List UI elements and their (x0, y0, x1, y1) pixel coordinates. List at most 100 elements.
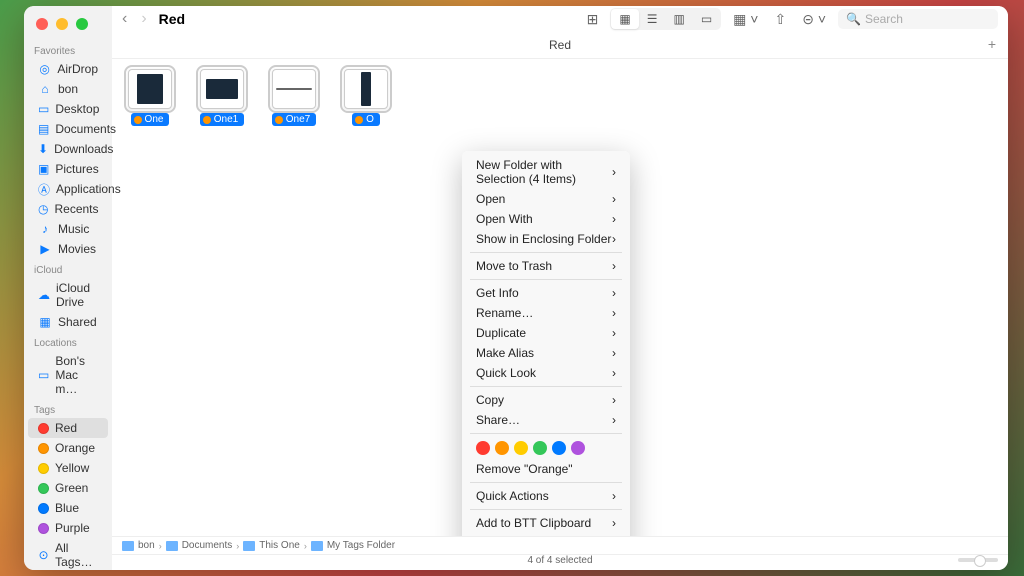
shared-icon: ▦ (38, 315, 52, 329)
sidebar-item-music[interactable]: ♪ Music (28, 219, 108, 239)
path-segment[interactable]: bon (138, 540, 155, 551)
file-thumbnail (128, 69, 172, 109)
file-item[interactable]: One (126, 69, 174, 126)
doc-icon: ▤ (38, 122, 49, 136)
tag-menu-icon[interactable]: ⊝ ˅ (798, 9, 830, 30)
music-icon: ♪ (38, 222, 52, 236)
sidebar-item-applications[interactable]: ⒶApplications (28, 179, 108, 199)
minimize-button[interactable] (56, 18, 68, 30)
menu-item[interactable]: Open With› (462, 209, 630, 229)
menu-item[interactable]: Copy› (462, 390, 630, 410)
path-segment[interactable]: Documents (182, 540, 233, 551)
tag-color-button[interactable] (514, 441, 528, 455)
sidebar-item-orange[interactable]: Orange (28, 438, 108, 458)
sidebar-item-pictures[interactable]: ▣Pictures (28, 159, 108, 179)
sidebar-item-bon[interactable]: ⌂bon (28, 79, 108, 99)
tag-dot-icon (38, 443, 49, 454)
sidebar-item-blue[interactable]: Blue (28, 498, 108, 518)
menu-item[interactable]: Get Info› (462, 283, 630, 303)
locations-label: Locations (24, 332, 112, 351)
sidebar-item-label: Recents (54, 202, 98, 216)
tag-color-button[interactable] (552, 441, 566, 455)
sidebar-item-label: Blue (55, 501, 79, 515)
menu-item[interactable]: Share…› (462, 410, 630, 430)
sidebar-item-movies[interactable]: ▶Movies (28, 239, 108, 259)
sidebar-item-label: Yellow (55, 461, 89, 475)
tags-label: Tags (24, 399, 112, 418)
menu-item-remove-tag[interactable]: Remove "Orange" (462, 459, 630, 479)
sidebar-item-label: Desktop (55, 102, 99, 116)
sidebar-item-label: AirDrop (57, 62, 98, 76)
subheader: Red + (112, 32, 1008, 59)
menu-item[interactable]: Make Alias› (462, 343, 630, 363)
menu-item[interactable]: Show in Enclosing Folder› (462, 229, 630, 249)
sidebar-item-shared[interactable]: ▦ Shared (28, 312, 108, 332)
apps-icon: Ⓐ (38, 182, 50, 196)
sidebar-item-all-tags-[interactable]: ⊙All Tags… (28, 538, 108, 570)
favorites-label: Favorites (24, 40, 112, 59)
new-folder-icon[interactable]: ⊞ (583, 9, 603, 30)
tag-color-button[interactable] (476, 441, 490, 455)
sidebar-item-label: Music (58, 222, 89, 236)
sidebar-item-label: Pictures (55, 162, 98, 176)
file-grid: One One1 One7 O (126, 69, 994, 126)
download-icon: ⬇ (38, 142, 48, 156)
sidebar-item-label: Red (55, 421, 77, 435)
menu-item[interactable]: Add to BTT Clipboard› (462, 513, 630, 533)
sidebar-item-label: Shared (58, 315, 97, 329)
group-menu-icon[interactable]: ▦ ˅ (729, 9, 762, 30)
folder-icon (122, 541, 134, 551)
path-bar: bon›Documents›This One›My Tags Folder (112, 536, 1008, 554)
sidebar-item-yellow[interactable]: Yellow (28, 458, 108, 478)
sidebar-item-label: Movies (58, 242, 96, 256)
file-thumbnail (344, 69, 388, 109)
file-item[interactable]: One7 (270, 69, 318, 126)
sidebar-item-bon-s-mac-m-[interactable]: ▭Bon's Mac m… (28, 351, 108, 399)
menu-item[interactable]: Open› (462, 189, 630, 209)
chevron-right-icon: › (612, 516, 616, 530)
sidebar-item-recents[interactable]: ◷Recents (28, 199, 108, 219)
zoom-slider[interactable] (958, 558, 998, 562)
sidebar-item-icloud-drive[interactable]: ☁iCloud Drive (28, 278, 108, 312)
sidebar-item-desktop[interactable]: ▭Desktop (28, 99, 108, 119)
path-segment[interactable]: My Tags Folder (327, 540, 395, 551)
menu-item[interactable]: Create Service› (462, 533, 630, 536)
forward-button[interactable]: › (141, 10, 146, 28)
content-area[interactable]: One One1 One7 O New Folder with Selection (… (112, 59, 1008, 536)
tag-color-button[interactable] (495, 441, 509, 455)
back-button[interactable]: ‹ (122, 10, 127, 28)
cloud-icon: ☁ (38, 288, 50, 302)
tag-color-button[interactable] (571, 441, 585, 455)
gallery-view-button[interactable]: ▭ (693, 9, 720, 29)
sidebar-item-purple[interactable]: Purple (28, 518, 108, 538)
folder-icon (311, 541, 323, 551)
menu-item[interactable]: Duplicate› (462, 323, 630, 343)
file-label: One (131, 113, 170, 126)
sidebar-item-red[interactable]: Red (28, 418, 108, 438)
status-text: 4 of 4 selected (527, 555, 592, 566)
column-view-button[interactable]: ▥ (665, 9, 692, 29)
share-icon[interactable]: ⇧ (770, 9, 790, 30)
list-view-button[interactable]: ☰ (639, 9, 666, 29)
close-button[interactable] (36, 18, 48, 30)
chevron-right-icon: › (612, 165, 616, 179)
add-button[interactable]: + (982, 36, 1002, 52)
tag-dot-icon (38, 503, 49, 514)
fullscreen-button[interactable] (76, 18, 88, 30)
sidebar-item-documents[interactable]: ▤Documents (28, 119, 108, 139)
menu-item[interactable]: Move to Trash› (462, 256, 630, 276)
path-segment[interactable]: This One (259, 540, 300, 551)
menu-item[interactable]: Quick Look› (462, 363, 630, 383)
icon-view-button[interactable]: ▦ (611, 9, 638, 29)
file-item[interactable]: O (342, 69, 390, 126)
laptop-icon: ▭ (38, 368, 49, 382)
sidebar-item-airdrop[interactable]: ◎AirDrop (28, 59, 108, 79)
menu-item[interactable]: New Folder with Selection (4 Items)› (462, 155, 630, 189)
menu-item[interactable]: Rename…› (462, 303, 630, 323)
search-field[interactable]: 🔍 Search (838, 9, 998, 29)
sidebar-item-downloads[interactable]: ⬇Downloads (28, 139, 108, 159)
file-item[interactable]: One1 (198, 69, 246, 126)
sidebar-item-green[interactable]: Green (28, 478, 108, 498)
menu-item[interactable]: Quick Actions› (462, 486, 630, 506)
tag-color-button[interactable] (533, 441, 547, 455)
